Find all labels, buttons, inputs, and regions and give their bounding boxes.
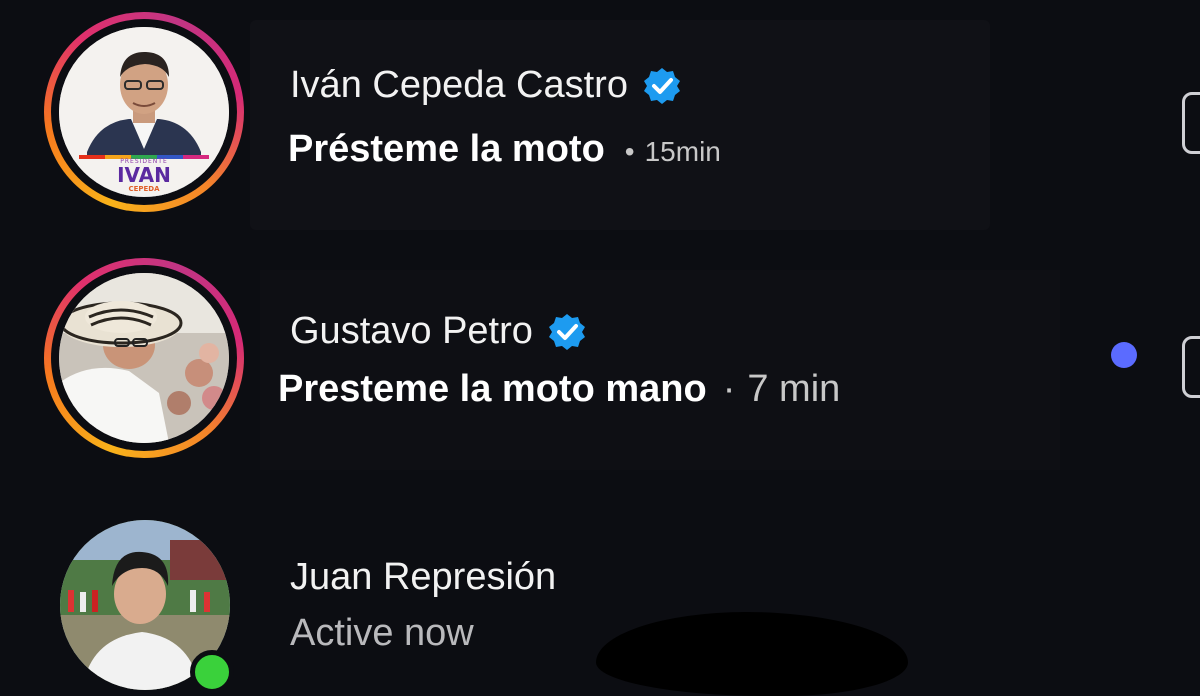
conversation-row-ivan-cepeda[interactable]: PRESIDENTE IVAN CEPEDA Iván Cepeda Castr… — [0, 0, 1200, 240]
contact-name: Juan Represión — [290, 556, 556, 599]
active-status: Active now — [290, 612, 474, 654]
separator: • — [624, 136, 635, 167]
contact-name-text: Juan Represión — [290, 556, 557, 598]
contact-name: Gustavo Petro — [290, 310, 587, 353]
avatar-badge-main: IVAN — [117, 163, 171, 187]
avatar-badge: PRESIDENTE IVAN CEPEDA — [44, 158, 244, 193]
avatar-photo-image — [59, 273, 229, 443]
avatar-photo — [59, 273, 229, 443]
contact-name: Iván Cepeda Castro — [290, 64, 682, 107]
avatar-badge-sub: CEPEDA — [128, 185, 160, 193]
unread-indicator — [1111, 342, 1137, 368]
message-time: 7 min — [747, 368, 841, 410]
avatar[interactable] — [44, 258, 244, 458]
camera-icon[interactable] — [1182, 336, 1200, 398]
avatar[interactable]: PRESIDENTE IVAN CEPEDA — [44, 12, 244, 212]
message-list: PRESIDENTE IVAN CEPEDA Iván Cepeda Castr… — [0, 0, 1200, 696]
verified-badge-icon — [643, 67, 680, 104]
message-text: Présteme la moto — [288, 128, 605, 170]
online-indicator — [190, 650, 234, 694]
verified-badge-icon — [548, 313, 585, 350]
message-preview: Présteme la moto • 15min — [288, 128, 721, 171]
message-time: 15min — [644, 136, 721, 167]
separator: · — [722, 368, 736, 410]
message-text: Presteme la moto mano — [278, 368, 707, 410]
camera-icon[interactable] — [1182, 92, 1200, 154]
contact-name-text: Iván Cepeda Castro — [290, 64, 628, 106]
conversation-row-gustavo-petro[interactable]: Gustavo Petro Presteme la moto mano · 7 mi… — [0, 250, 1200, 480]
contact-name-text: Gustavo Petro — [290, 310, 533, 352]
message-preview: Presteme la moto mano · 7 min — [278, 368, 840, 411]
